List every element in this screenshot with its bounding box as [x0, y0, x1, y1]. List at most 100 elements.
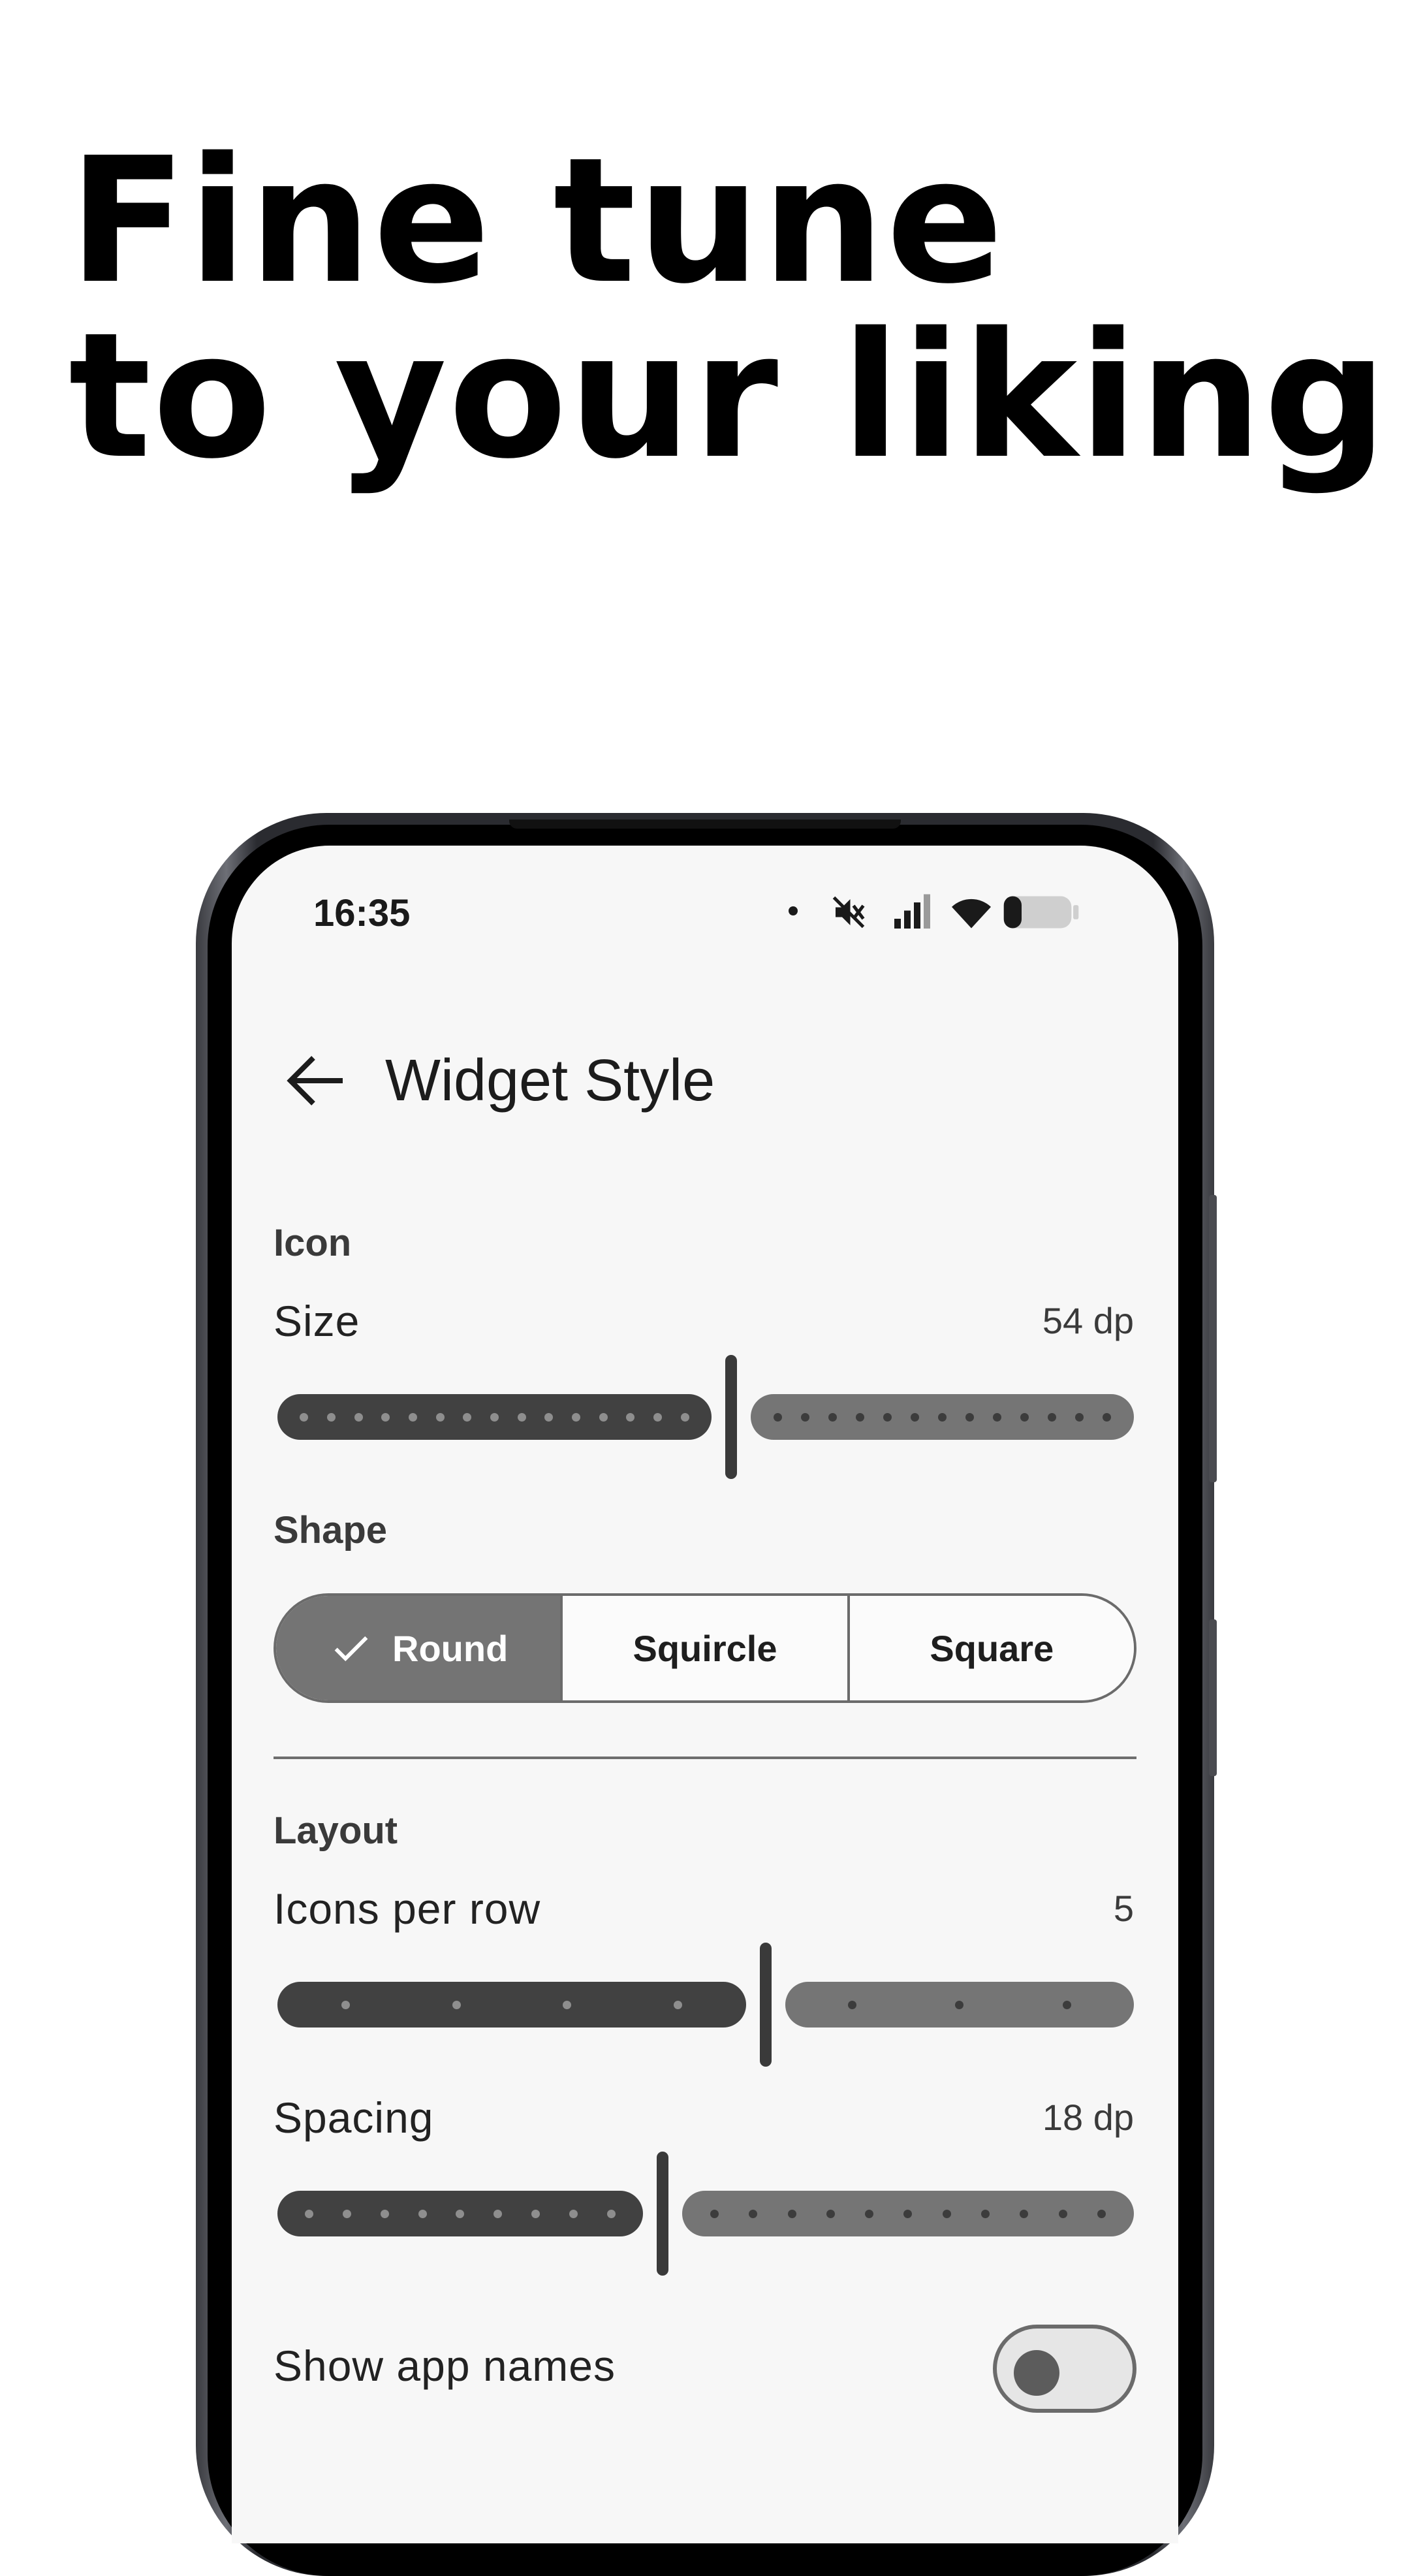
slider-tick: [1020, 1412, 1029, 1422]
slider-tick: [883, 1412, 892, 1422]
notification-dot-icon: [787, 904, 800, 921]
shape-option-label: Square: [930, 1627, 1054, 1669]
shape-option-label: Squircle: [633, 1627, 777, 1669]
slider-tick: [300, 1412, 309, 1422]
slider-tick: [341, 2000, 351, 2009]
slider-tick: [381, 1412, 390, 1422]
slider-thumb[interactable]: [657, 2152, 668, 2276]
shape-option-squircle[interactable]: Squircle: [560, 1596, 847, 1700]
slider-tick: [828, 1412, 837, 1422]
slider-tick: [955, 2000, 964, 2009]
arrow-back-icon[interactable]: [277, 1042, 356, 1120]
slider-tick: [942, 2209, 951, 2218]
shape-label: Shape: [274, 1509, 388, 1551]
slider-tick: [1097, 2209, 1106, 2218]
slider-tick: [965, 1412, 974, 1422]
slider-tick: [653, 1412, 662, 1422]
headline: Fine tune to your liking: [69, 134, 1389, 484]
slider-tick: [571, 1412, 580, 1422]
slider-tick: [1103, 1412, 1112, 1422]
slider-tick: [865, 2209, 874, 2218]
battery-icon: [1002, 893, 1080, 935]
slider-tick: [826, 2209, 835, 2218]
slider-tick: [749, 2209, 758, 2218]
shape-option-round[interactable]: Round: [276, 1596, 561, 1700]
phone-power-button: [1209, 1619, 1217, 1776]
check-icon: [334, 1636, 368, 1662]
signal-icon: [891, 893, 937, 935]
section-header-icon: Icon: [274, 1222, 352, 1264]
shape-segmented-control: Round Squircle Square: [274, 1593, 1136, 1703]
phone-screen: 16:35 Widget Style Icon Size 54 dp Shape: [232, 846, 1178, 2543]
slider-tick: [305, 2209, 314, 2218]
shape-option-label: Round: [392, 1627, 509, 1669]
icons-per-row-label: Icons per row: [274, 1884, 541, 1933]
slider-tick: [343, 2209, 352, 2218]
slider-tick: [993, 1412, 1002, 1422]
slider-tick: [490, 1412, 499, 1422]
slider-tick: [773, 1412, 782, 1422]
toggle-knob: [1014, 2350, 1059, 2396]
slider-tick: [380, 2209, 389, 2218]
status-time: 16:35: [313, 892, 411, 934]
slider-tick: [463, 1412, 472, 1422]
phone-top-edge: [509, 819, 901, 829]
slider-tick: [456, 2209, 465, 2218]
slider-tick: [673, 2000, 682, 2009]
slider-tick: [680, 1412, 689, 1422]
slider-tick: [1063, 2000, 1072, 2009]
mute-icon: [829, 893, 868, 935]
slider-tick: [710, 2209, 719, 2218]
slider-inactive-track: [751, 1394, 1134, 1440]
slider-tick: [910, 1412, 919, 1422]
slider-tick: [937, 1412, 947, 1422]
slider-tick: [531, 2209, 540, 2218]
section-divider: [274, 1757, 1136, 1759]
slider-tick: [494, 2209, 503, 2218]
slider-tick: [800, 1412, 809, 1422]
slider-tick: [517, 1412, 526, 1422]
slider-inactive-track: [682, 2191, 1134, 2236]
spacing-slider[interactable]: [277, 2152, 1134, 2276]
slider-tick: [563, 2000, 572, 2009]
wifi-icon: [950, 893, 993, 935]
slider-active-track: [277, 1982, 746, 2027]
slider-tick: [847, 2000, 856, 2009]
slider-tick: [599, 1412, 608, 1422]
slider-tick: [452, 2000, 461, 2009]
slider-tick: [1020, 2209, 1029, 2218]
slider-tick: [787, 2209, 796, 2218]
shape-option-square[interactable]: Square: [847, 1596, 1134, 1700]
slider-tick: [544, 1412, 554, 1422]
icons-per-row-slider[interactable]: [277, 1943, 1134, 2067]
slider-tick: [418, 2209, 427, 2218]
slider-tick: [354, 1412, 363, 1422]
headline-line-2: to your liking: [69, 296, 1389, 497]
slider-tick: [606, 2209, 616, 2218]
slider-thumb[interactable]: [725, 1355, 737, 1479]
headline-line-1: Fine tune: [69, 121, 1005, 322]
icons-per-row-value: 5: [1113, 1888, 1134, 1929]
slider-tick: [903, 2209, 913, 2218]
show-app-names-toggle[interactable]: [993, 2325, 1136, 2413]
show-app-names-label: Show app names: [274, 2342, 616, 2390]
slider-tick: [435, 1412, 445, 1422]
slider-active-track: [277, 1394, 712, 1440]
spacing-label: Spacing: [274, 2093, 434, 2142]
slider-tick: [408, 1412, 417, 1422]
phone-volume-button: [1209, 1195, 1217, 1482]
slider-tick: [980, 2209, 990, 2218]
size-slider[interactable]: [277, 1355, 1134, 1479]
slider-inactive-track: [785, 1982, 1134, 2027]
slider-active-track: [277, 2191, 643, 2236]
slider-tick: [569, 2209, 578, 2218]
slider-tick: [1075, 1412, 1084, 1422]
slider-tick: [626, 1412, 635, 1422]
page-title: Widget Style: [385, 1048, 715, 1113]
spacing-value: 18 dp: [1042, 2097, 1134, 2138]
slider-tick: [1048, 1412, 1057, 1422]
slider-tick: [326, 1412, 336, 1422]
section-header-layout: Layout: [274, 1809, 398, 1852]
size-value: 54 dp: [1042, 1300, 1134, 1341]
slider-thumb[interactable]: [760, 1943, 772, 2067]
